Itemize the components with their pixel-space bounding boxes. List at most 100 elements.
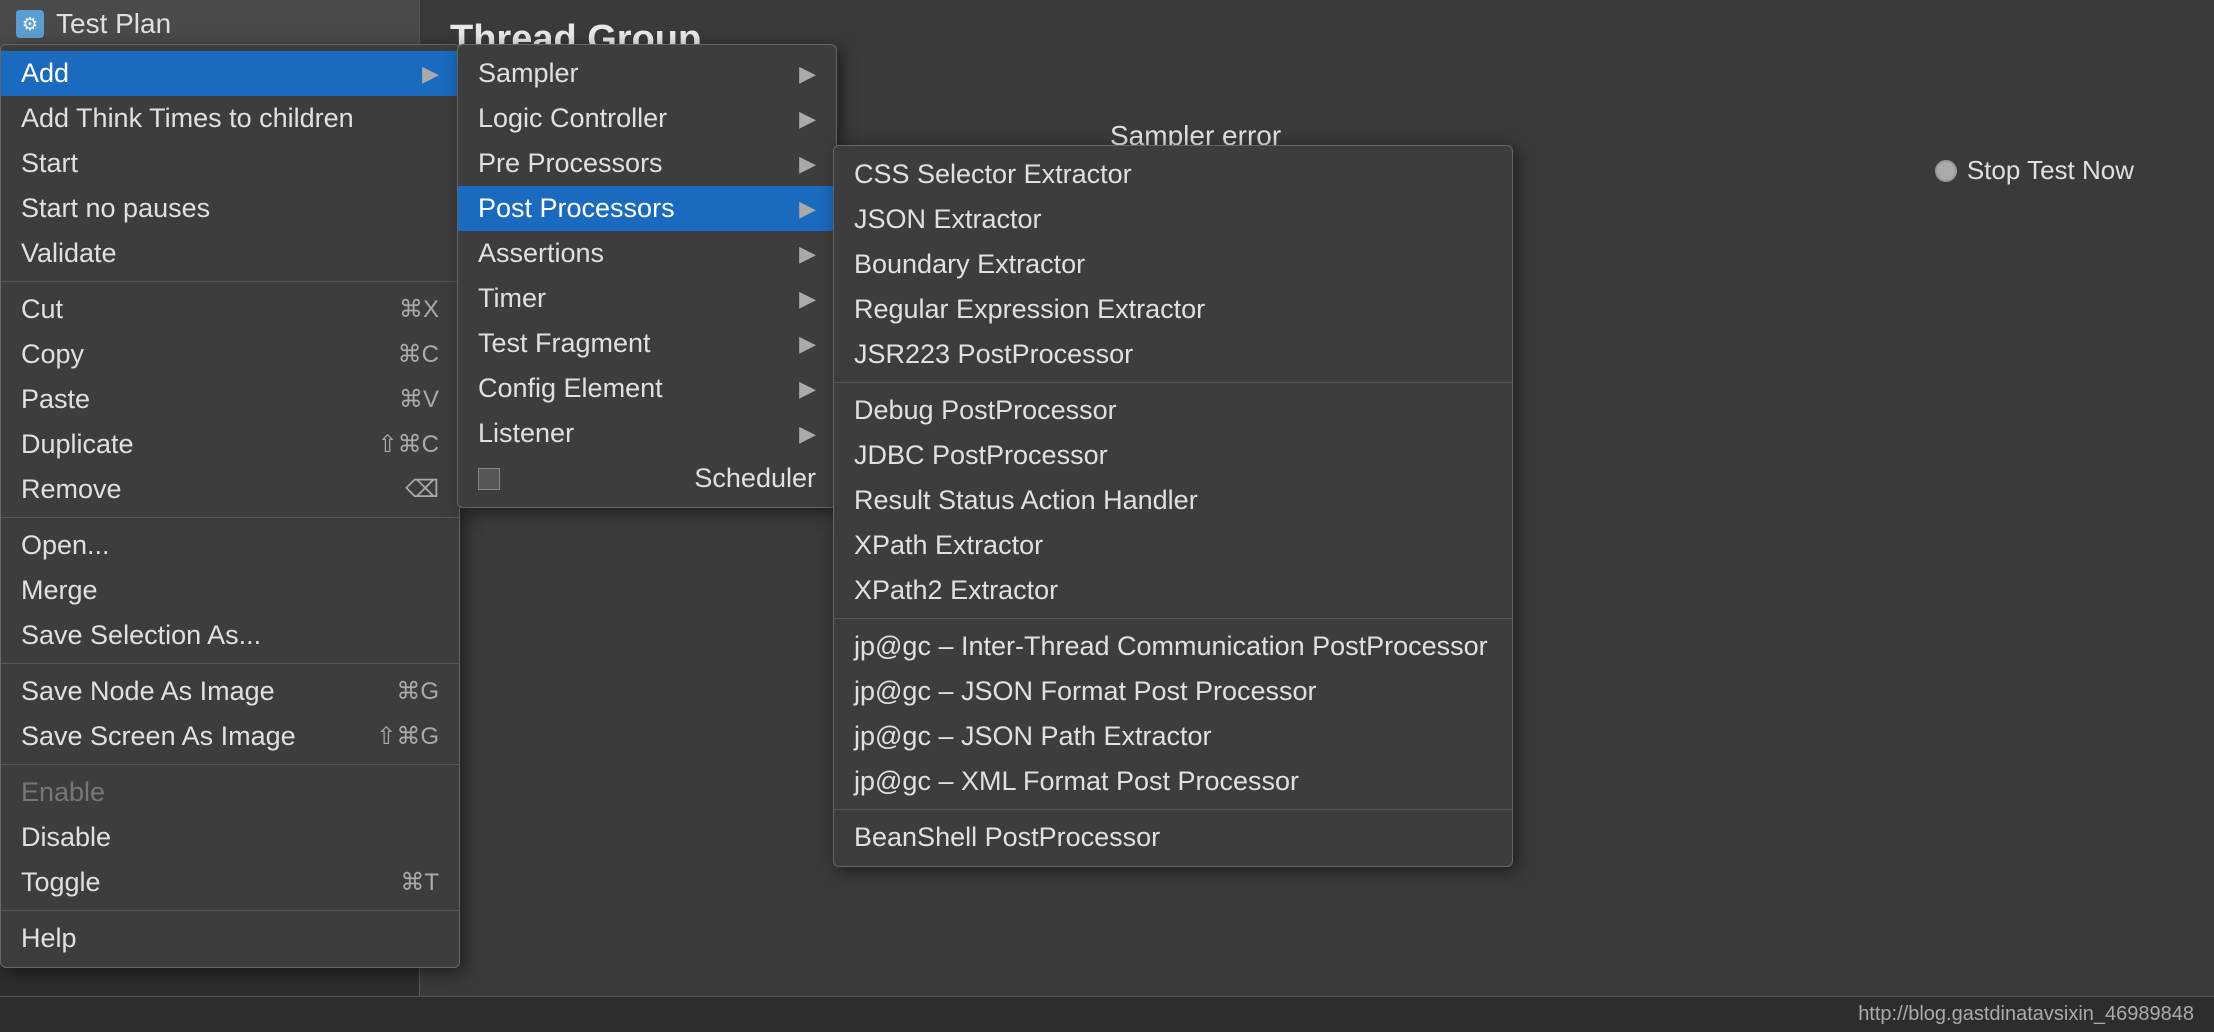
menu-item-test-fragment[interactable]: Test Fragment ▶ [458,321,836,366]
sidebar-item-test-plan[interactable]: ⚙ Test Plan [0,0,419,48]
menu-item-json-extractor[interactable]: JSON Extractor [834,197,1512,242]
menu-item-debug-pp[interactable]: Debug PostProcessor [834,388,1512,433]
menu-item-jpgc-inter-thread[interactable]: jp@gc – Inter-Thread Communication PostP… [834,624,1512,669]
menu-item-merge[interactable]: Merge [1,568,459,613]
menu-separator-5 [1,910,459,911]
menu-item-result-status[interactable]: Result Status Action Handler [834,478,1512,523]
menu-item-label: Pre Processors [478,148,663,179]
menu-item-save-selection[interactable]: Save Selection As... [1,613,459,658]
menu-item-label: Start [21,148,78,179]
menu-item-config-element[interactable]: Config Element ▶ [458,366,836,411]
menu-item-jdbc-pp[interactable]: JDBC PostProcessor [834,433,1512,478]
menu-item-label: jp@gc – JSON Path Extractor [854,721,1212,752]
menu-item-cut[interactable]: Cut ⌘X [1,287,459,332]
menu-separator-pp-1 [834,382,1512,383]
menu-item-validate[interactable]: Validate [1,231,459,276]
sidebar-item-label: Test Plan [56,8,171,40]
menu-item-start[interactable]: Start [1,141,459,186]
menu-item-label: Test Fragment [478,328,651,359]
menu-item-label: BeanShell PostProcessor [854,822,1160,853]
menu-item-label: Save Screen As Image [21,721,296,752]
context-menu-1: Add ▶ Add Think Times to children Start … [0,44,460,968]
menu-item-scheduler-add[interactable]: Scheduler [458,456,836,501]
submenu-arrow-icon: ▶ [799,151,816,177]
menu-item-label: Add [21,58,69,89]
menu-item-jsr223-pp[interactable]: JSR223 PostProcessor [834,332,1512,377]
menu-item-remove[interactable]: Remove ⌫ [1,467,459,512]
stop-test-radio[interactable] [1935,160,1957,182]
menu-item-timer[interactable]: Timer ▶ [458,276,836,321]
menu-item-label: Post Processors [478,193,675,224]
menu-item-jpgc-json-format[interactable]: jp@gc – JSON Format Post Processor [834,669,1512,714]
menu-item-label: Open... [21,530,110,561]
menu-item-label: Add Think Times to children [21,103,354,134]
stop-test-label: Stop Test Now [1967,155,2134,186]
menu-item-sampler[interactable]: Sampler ▶ [458,51,836,96]
menu-item-save-node-img[interactable]: Save Node As Image ⌘G [1,669,459,714]
menu-shortcut: ⌫ [405,475,439,504]
menu-item-label: Remove [21,474,122,505]
menu-item-post-processors[interactable]: Post Processors ▶ [458,186,836,231]
menu-item-label: JSON Extractor [854,204,1042,235]
menu-item-paste[interactable]: Paste ⌘V [1,377,459,422]
menu-item-xpath2-extractor[interactable]: XPath2 Extractor [834,568,1512,613]
submenu-arrow-icon: ▶ [799,286,816,312]
menu-item-label: Debug PostProcessor [854,395,1117,426]
menu-item-label: Copy [21,339,84,370]
menu-separator-2 [1,517,459,518]
menu-item-duplicate[interactable]: Duplicate ⇧⌘C [1,422,459,467]
menu-item-toggle[interactable]: Toggle ⌘T [1,860,459,905]
menu-item-open[interactable]: Open... [1,523,459,568]
menu-item-label: Validate [21,238,117,269]
menu-item-boundary-extractor[interactable]: Boundary Extractor [834,242,1512,287]
menu-item-label: Scheduler [694,463,816,494]
menu-item-copy[interactable]: Copy ⌘C [1,332,459,377]
menu-item-label: Help [21,923,77,954]
menu-item-jpgc-json-path[interactable]: jp@gc – JSON Path Extractor [834,714,1512,759]
menu-item-label: Result Status Action Handler [854,485,1198,516]
status-bar: http://blog.gastdinatavsixin_46989848 [0,996,2214,1032]
menu-item-add[interactable]: Add ▶ [1,51,459,96]
menu-separator-1 [1,281,459,282]
menu-item-label: Sampler [478,58,579,89]
menu-item-label: JDBC PostProcessor [854,440,1108,471]
submenu-arrow-icon: ▶ [799,196,816,222]
menu-item-logic-controller[interactable]: Logic Controller ▶ [458,96,836,141]
menu-item-label: jp@gc – JSON Format Post Processor [854,676,1317,707]
menu-item-enable[interactable]: Enable [1,770,459,815]
menu-item-regex-extractor[interactable]: Regular Expression Extractor [834,287,1512,332]
menu-item-jpgc-xml-format[interactable]: jp@gc – XML Format Post Processor [834,759,1512,804]
menu-item-beanshell-pp[interactable]: BeanShell PostProcessor [834,815,1512,860]
status-url: http://blog.gastdinatavsixin_46989848 [1858,1003,2194,1026]
menu-item-save-screen-img[interactable]: Save Screen As Image ⇧⌘G [1,714,459,759]
scheduler-checkbox-icon [478,468,500,490]
menu-item-disable[interactable]: Disable [1,815,459,860]
menu-item-label: Assertions [478,238,604,269]
menu-item-xpath-extractor[interactable]: XPath Extractor [834,523,1512,568]
menu-item-label: Cut [21,294,63,325]
menu-item-help[interactable]: Help [1,916,459,961]
menu-separator-pp-2 [834,618,1512,619]
menu-item-listener[interactable]: Listener ▶ [458,411,836,456]
menu-item-label: Disable [21,822,111,853]
menu-separator-4 [1,764,459,765]
menu-item-label: Duplicate [21,429,134,460]
menu-separator-pp-3 [834,809,1512,810]
menu-shortcut: ⌘G [396,677,439,706]
submenu-arrow-icon: ▶ [799,376,816,402]
test-plan-icon: ⚙ [16,10,44,38]
menu-item-pre-processors[interactable]: Pre Processors ▶ [458,141,836,186]
stop-test-area: Stop Test Now [1935,155,2134,186]
menu-item-label: Timer [478,283,546,314]
menu-item-add-think-times[interactable]: Add Think Times to children [1,96,459,141]
menu-item-label: Save Selection As... [21,620,261,651]
menu-item-label: Listener [478,418,574,449]
context-menu-2: Sampler ▶ Logic Controller ▶ Pre Process… [457,44,837,508]
menu-item-css-selector[interactable]: CSS Selector Extractor [834,152,1512,197]
menu-item-label: Toggle [21,867,101,898]
menu-item-label: Paste [21,384,90,415]
menu-item-assertions[interactable]: Assertions ▶ [458,231,836,276]
context-menu-3: CSS Selector Extractor JSON Extractor Bo… [833,145,1513,867]
menu-item-label: XPath Extractor [854,530,1043,561]
menu-item-start-no-pauses[interactable]: Start no pauses [1,186,459,231]
